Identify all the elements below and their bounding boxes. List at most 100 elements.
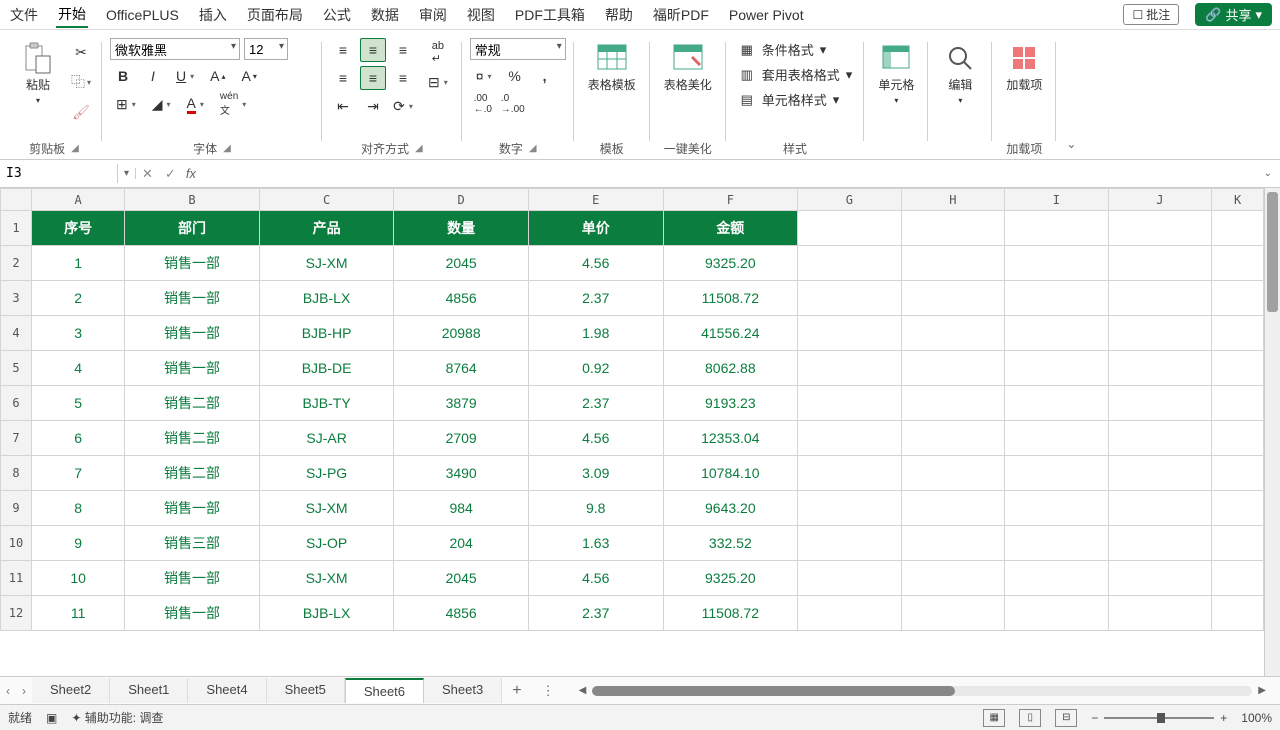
align-top-button[interactable]: ≡	[330, 38, 356, 62]
font-size-select[interactable]	[244, 38, 288, 60]
conditional-format-button[interactable]: ▦条件格式▾	[734, 38, 831, 61]
zoom-level[interactable]: 100%	[1241, 711, 1272, 725]
cell-F6[interactable]: 9193.23	[663, 386, 798, 421]
cell-I4[interactable]	[1005, 316, 1109, 351]
cell-F9[interactable]: 9643.20	[663, 491, 798, 526]
cell-A12[interactable]: 11	[32, 596, 125, 631]
beautify-button[interactable]: 表格美化	[658, 38, 718, 96]
cell-F7[interactable]: 12353.04	[663, 421, 798, 456]
cell-D2[interactable]: 2045	[394, 246, 529, 281]
cell-H6[interactable]	[901, 386, 1005, 421]
cell-H2[interactable]	[901, 246, 1005, 281]
cell-A10[interactable]: 9	[32, 526, 125, 561]
cell-K3[interactable]	[1212, 281, 1264, 316]
cell-C5[interactable]: BJB-DE	[259, 351, 394, 386]
cell-I10[interactable]	[1005, 526, 1109, 561]
align-launcher[interactable]: ◢	[415, 143, 423, 154]
vertical-scrollbar[interactable]	[1264, 188, 1280, 676]
cell-G9[interactable]	[798, 491, 902, 526]
col-header-F[interactable]: F	[663, 189, 798, 211]
cell-D9[interactable]: 984	[394, 491, 529, 526]
cell-J10[interactable]	[1108, 526, 1212, 561]
italic-button[interactable]: I	[140, 64, 166, 88]
sheet-tab-Sheet4[interactable]: Sheet4	[188, 678, 266, 703]
hscroll-left[interactable]: ◀	[573, 685, 593, 696]
col-header-J[interactable]: J	[1108, 189, 1212, 211]
menu-officeplus[interactable]: OfficePLUS	[104, 5, 181, 25]
align-middle-button[interactable]: ≡	[360, 38, 386, 62]
paste-button[interactable]: 粘贴▾	[14, 38, 62, 111]
cell-H12[interactable]	[901, 596, 1005, 631]
cell-B11[interactable]: 销售一部	[125, 561, 260, 596]
cell-K12[interactable]	[1212, 596, 1264, 631]
col-header-H[interactable]: H	[901, 189, 1005, 211]
cell-J5[interactable]	[1108, 351, 1212, 386]
cell-A3[interactable]: 2	[32, 281, 125, 316]
row-header-3[interactable]: 3	[1, 281, 32, 316]
macro-icon[interactable]: ▣	[46, 711, 57, 725]
cell-D7[interactable]: 2709	[394, 421, 529, 456]
row-header-11[interactable]: 11	[1, 561, 32, 596]
cell-D4[interactable]: 20988	[394, 316, 529, 351]
cell-E8[interactable]: 3.09	[528, 456, 663, 491]
cell-E1[interactable]: 单价	[528, 211, 663, 246]
cell-I3[interactable]	[1005, 281, 1109, 316]
cell-H3[interactable]	[901, 281, 1005, 316]
cell-B12[interactable]: 销售一部	[125, 596, 260, 631]
cell-J9[interactable]	[1108, 491, 1212, 526]
cell-K7[interactable]	[1212, 421, 1264, 456]
sheet-tab-Sheet1[interactable]: Sheet1	[110, 678, 188, 703]
row-header-6[interactable]: 6	[1, 386, 32, 421]
zoom-in-button[interactable]: +	[1220, 711, 1227, 725]
cell-B10[interactable]: 销售三部	[125, 526, 260, 561]
cell-C7[interactable]: SJ-AR	[259, 421, 394, 456]
indent-decrease-button[interactable]: ⇤	[330, 94, 356, 118]
indent-increase-button[interactable]: ⇥	[360, 94, 386, 118]
cell-G5[interactable]	[798, 351, 902, 386]
cell-A11[interactable]: 10	[32, 561, 125, 596]
vscroll-thumb[interactable]	[1267, 192, 1278, 312]
row-header-9[interactable]: 9	[1, 491, 32, 526]
grow-font-button[interactable]: A▴	[204, 64, 231, 88]
cell-E4[interactable]: 1.98	[528, 316, 663, 351]
menu-view[interactable]: 视图	[465, 3, 497, 27]
namebox-dropdown[interactable]: ▾	[118, 168, 136, 179]
cancel-formula-button[interactable]: ✕	[136, 166, 159, 182]
cell-A5[interactable]: 4	[32, 351, 125, 386]
cell-E10[interactable]: 1.63	[528, 526, 663, 561]
cell-G4[interactable]	[798, 316, 902, 351]
select-all-corner[interactable]	[1, 189, 32, 211]
add-sheet-button[interactable]: +	[502, 682, 531, 700]
cell-E12[interactable]: 2.37	[528, 596, 663, 631]
cell-F1[interactable]: 金额	[663, 211, 798, 246]
table-format-button[interactable]: ▥套用表格格式▾	[734, 63, 857, 86]
cell-G12[interactable]	[798, 596, 902, 631]
cell-J7[interactable]	[1108, 421, 1212, 456]
row-header-12[interactable]: 12	[1, 596, 32, 631]
cell-K6[interactable]	[1212, 386, 1264, 421]
col-header-I[interactable]: I	[1005, 189, 1109, 211]
menu-formula[interactable]: 公式	[321, 3, 353, 27]
number-format-select[interactable]	[470, 38, 566, 60]
col-header-C[interactable]: C	[259, 189, 394, 211]
share-button[interactable]: 🔗 共享 ▾	[1195, 3, 1272, 26]
horizontal-scrollbar[interactable]: ◀ ▶	[565, 685, 1280, 696]
cell-K8[interactable]	[1212, 456, 1264, 491]
zoom-slider[interactable]: − +	[1091, 711, 1227, 725]
cell-H10[interactable]	[901, 526, 1005, 561]
cell-K1[interactable]	[1212, 211, 1264, 246]
cell-F12[interactable]: 11508.72	[663, 596, 798, 631]
cell-J8[interactable]	[1108, 456, 1212, 491]
cell-K10[interactable]	[1212, 526, 1264, 561]
cell-F5[interactable]: 8062.88	[663, 351, 798, 386]
menu-review[interactable]: 审阅	[417, 3, 449, 27]
cell-B1[interactable]: 部门	[125, 211, 260, 246]
cell-B7[interactable]: 销售二部	[125, 421, 260, 456]
cell-C3[interactable]: BJB-LX	[259, 281, 394, 316]
cell-K4[interactable]	[1212, 316, 1264, 351]
cell-C9[interactable]: SJ-XM	[259, 491, 394, 526]
increase-decimal-button[interactable]: .00←.0	[470, 92, 496, 116]
cell-J6[interactable]	[1108, 386, 1212, 421]
bold-button[interactable]: B	[110, 64, 136, 88]
view-normal-button[interactable]: ▦	[983, 709, 1005, 727]
